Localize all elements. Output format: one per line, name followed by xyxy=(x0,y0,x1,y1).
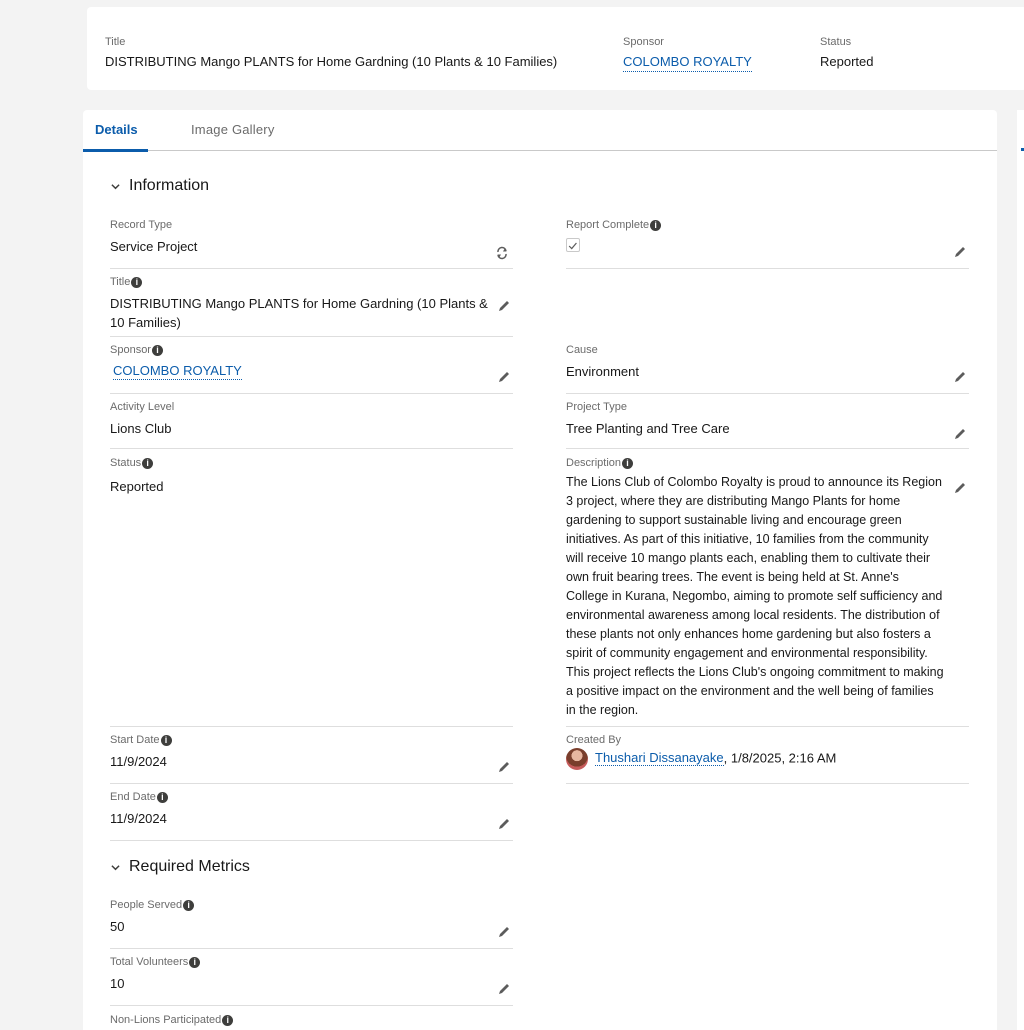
pencil-icon[interactable] xyxy=(953,370,967,384)
tab-image-gallery[interactable]: Image Gallery xyxy=(191,122,275,138)
highlight-title: Title DISTRIBUTING Mango PLANTS for Home… xyxy=(105,35,557,69)
avatar[interactable] xyxy=(566,748,588,770)
refresh-icon[interactable] xyxy=(495,246,509,260)
record-detail-card: Details Image Gallery Information Record… xyxy=(83,110,997,1030)
field-sponsor: Sponsor i COLOMBO ROYALTY xyxy=(110,343,513,394)
info-icon[interactable]: i xyxy=(131,276,143,288)
cause-value: Environment xyxy=(566,364,639,379)
info-icon[interactable]: i xyxy=(222,1014,234,1026)
section-information-toggle[interactable]: Information xyxy=(111,177,209,195)
info-icon[interactable]: i xyxy=(650,219,662,231)
field-non-lions-participated: Non-Lions Participated i xyxy=(110,1013,513,1030)
description-value: The Lions Club of Colombo Royalty is pro… xyxy=(566,475,944,717)
end-date-value: 11/9/2024 xyxy=(110,811,167,826)
activity-level-label: Activity Level xyxy=(110,401,175,413)
title-value: DISTRIBUTING Mango PLANTS for Home Gardn… xyxy=(110,296,488,330)
status-label: Status i xyxy=(110,456,154,470)
chevron-down-icon xyxy=(111,864,120,870)
start-date-label: Start Date i xyxy=(110,733,172,747)
project-type-value: Tree Planting and Tree Care xyxy=(566,421,730,436)
highlights-panel: Title DISTRIBUTING Mango PLANTS for Home… xyxy=(87,7,1024,90)
pencil-icon[interactable] xyxy=(497,370,511,384)
field-activity-level: Activity Level Lions Club xyxy=(110,400,513,449)
pencil-icon[interactable] xyxy=(953,427,967,441)
created-by-user-link[interactable]: Thushari Dissanayake xyxy=(595,750,724,767)
pencil-icon[interactable] xyxy=(497,817,511,831)
pencil-icon[interactable] xyxy=(953,245,967,259)
highlight-status-label: Status xyxy=(820,36,852,48)
cause-label: Cause xyxy=(566,344,598,356)
field-end-date: End Date i 11/9/2024 xyxy=(110,790,513,841)
title-label: Title i xyxy=(110,275,143,289)
description-label: Description i xyxy=(566,456,634,470)
non-lions-participated-label: Non-Lions Participated i xyxy=(110,1013,234,1027)
section-information-title: Information xyxy=(129,177,210,194)
info-icon[interactable]: i xyxy=(183,899,195,911)
tab-bar: Details Image Gallery xyxy=(83,110,997,152)
field-report-complete: Report Complete i xyxy=(566,218,969,269)
activity-level-value: Lions Club xyxy=(110,421,172,436)
highlight-status-value: Reported xyxy=(820,54,874,69)
highlight-sponsor-label: Sponsor xyxy=(623,36,664,48)
info-icon[interactable]: i xyxy=(151,344,163,356)
highlight-sponsor: Sponsor COLOMBO ROYALTY xyxy=(623,35,752,72)
created-by-timestamp: , 1/8/2025, 2:16 AM xyxy=(723,750,837,766)
pencil-icon[interactable] xyxy=(497,925,511,939)
report-complete-label: Report Complete i xyxy=(566,218,662,232)
field-title: Title i DISTRIBUTING Mango PLANTS for Hom… xyxy=(110,275,513,337)
info-icon[interactable]: i xyxy=(160,734,172,746)
record-type-label: Record Type xyxy=(110,219,173,231)
project-type-label: Project Type xyxy=(566,401,627,413)
total-volunteers-value: 10 xyxy=(110,976,125,991)
sponsor-link[interactable]: COLOMBO ROYALTY xyxy=(113,362,242,380)
field-created-by: Created By Thushari Dissanayake, 1/8/202… xyxy=(566,733,969,784)
field-status: Status i Reported xyxy=(110,456,513,727)
sponsor-label: Sponsor i xyxy=(110,343,163,357)
info-icon[interactable]: i xyxy=(189,956,201,968)
chevron-down-icon xyxy=(111,183,120,189)
field-total-volunteers: Total Volunteers i 10 xyxy=(110,955,513,1006)
start-date-value: 11/9/2024 xyxy=(110,754,167,769)
report-complete-checkbox xyxy=(566,238,580,252)
info-icon[interactable]: i xyxy=(142,457,154,469)
highlight-sponsor-link[interactable]: COLOMBO ROYALTY xyxy=(623,54,752,72)
info-icon[interactable]: i xyxy=(622,457,634,469)
record-type-value: Service Project xyxy=(110,239,198,254)
highlight-title-value: DISTRIBUTING Mango PLANTS for Home Gardn… xyxy=(105,54,558,69)
related-panel-edge xyxy=(1017,110,1024,1030)
created-by-value: Thushari Dissanayake, 1/8/2025, 2:16 AM xyxy=(566,748,836,770)
pencil-icon[interactable] xyxy=(497,760,511,774)
field-start-date: Start Date i 11/9/2024 xyxy=(110,733,513,784)
people-served-value: 50 xyxy=(110,919,125,934)
people-served-label: People Served i xyxy=(110,898,195,912)
pencil-icon[interactable] xyxy=(497,982,511,996)
pencil-icon[interactable] xyxy=(497,299,511,313)
info-icon[interactable]: i xyxy=(156,791,168,803)
status-value: Reported xyxy=(110,479,164,494)
field-cause: Cause Environment xyxy=(566,343,969,394)
field-people-served: People Served i 50 xyxy=(110,898,513,949)
field-record-type: Record Type Service Project xyxy=(110,218,513,269)
pencil-icon[interactable] xyxy=(953,481,967,495)
highlight-title-label: Title xyxy=(105,36,126,48)
checkmark-icon xyxy=(568,242,577,250)
section-required-metrics-title: Required Metrics xyxy=(129,858,250,875)
created-by-label: Created By xyxy=(566,734,622,746)
field-description: Description i The Lions Club of Colombo R… xyxy=(566,456,969,727)
highlight-status: Status Reported xyxy=(820,35,873,69)
tab-details[interactable]: Details xyxy=(83,122,148,152)
section-required-metrics-toggle[interactable]: Required Metrics xyxy=(111,858,250,876)
field-project-type: Project Type Tree Planting and Tree Care xyxy=(566,400,969,449)
total-volunteers-label: Total Volunteers i xyxy=(110,955,201,969)
end-date-label: End Date i xyxy=(110,790,168,804)
